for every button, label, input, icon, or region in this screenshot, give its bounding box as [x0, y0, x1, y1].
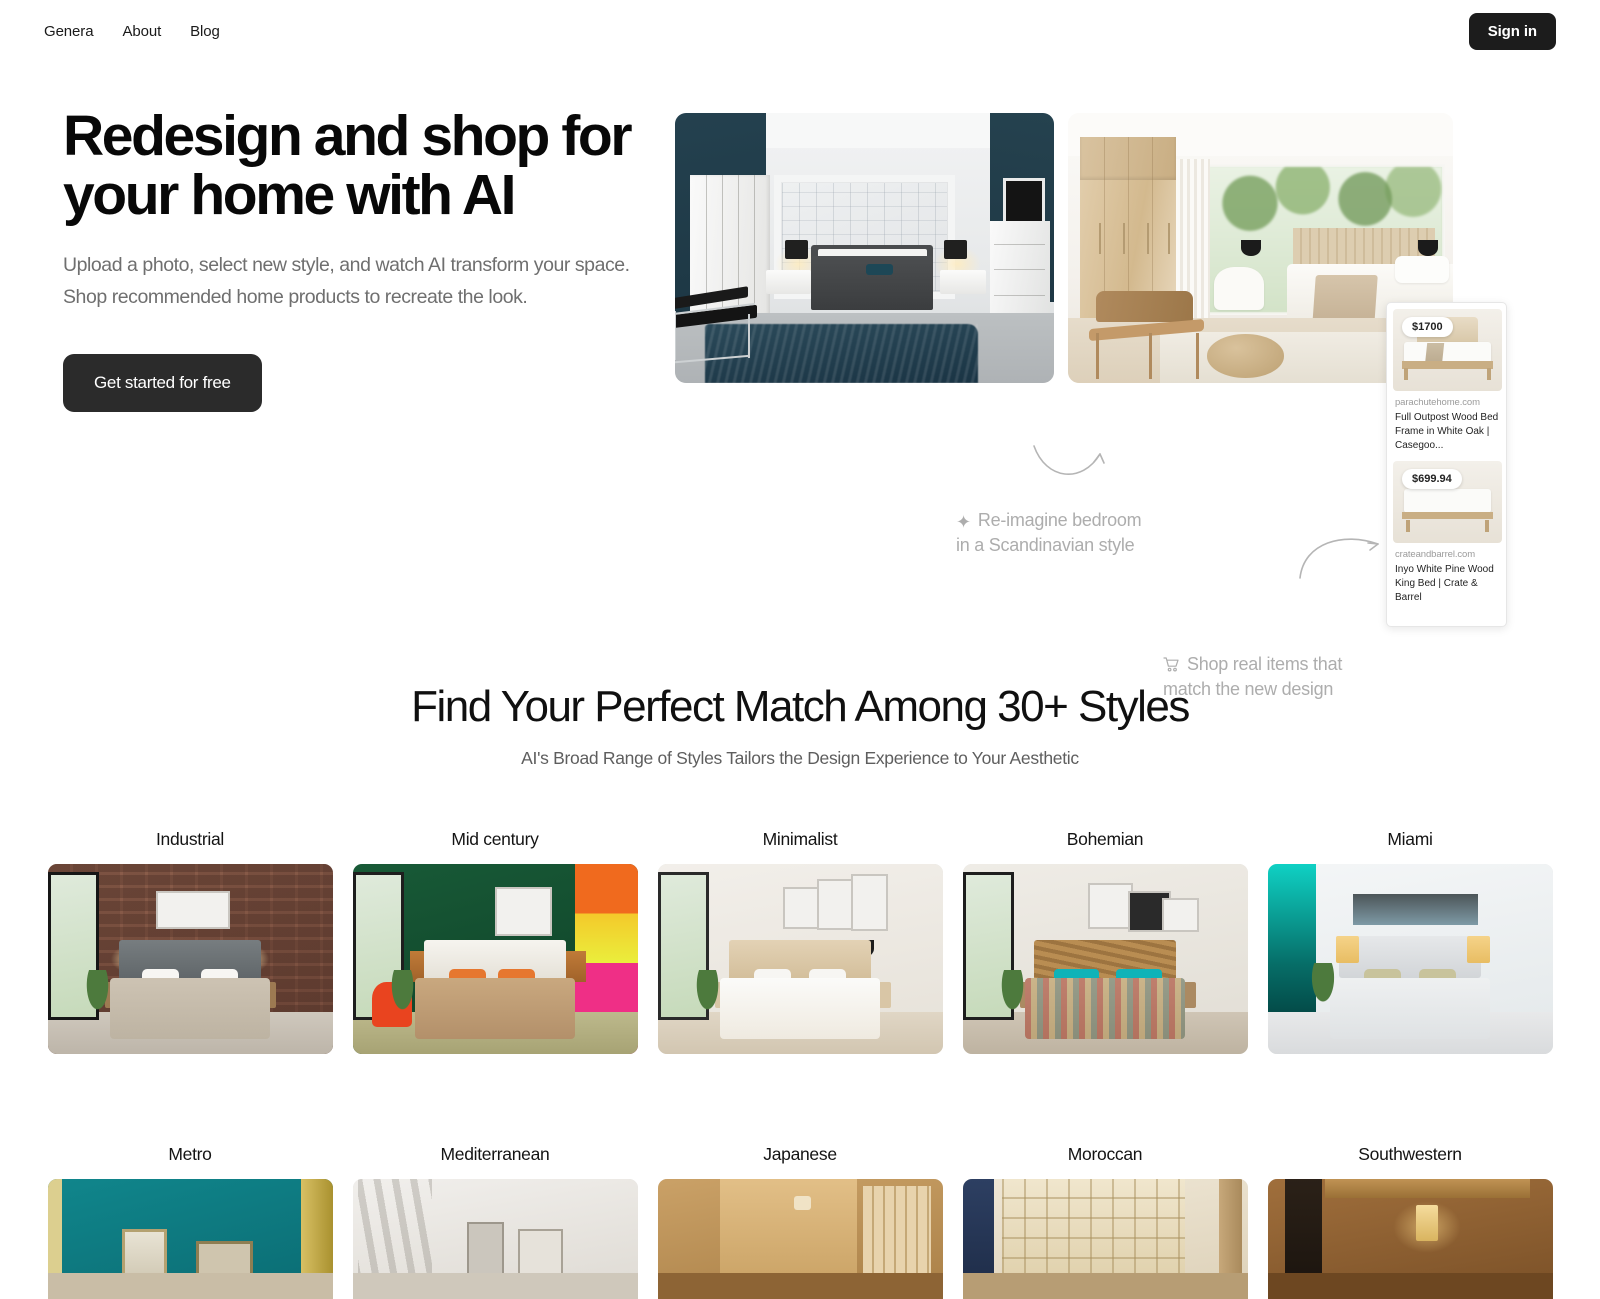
style-label: Industrial	[155, 829, 224, 849]
style-thumbnail[interactable]	[1267, 1179, 1553, 1299]
product-title: Inyo White Pine Wood King Bed | Crate & …	[1395, 564, 1494, 604]
style-thumbnail[interactable]	[352, 864, 638, 1054]
product-image: $699.94	[1393, 461, 1502, 543]
style-thumbnail[interactable]	[962, 1179, 1248, 1299]
style-thumbnail[interactable]	[657, 864, 943, 1054]
styles-section: Find Your Perfect Match Among 30+ Styles…	[0, 617, 1600, 1299]
top-navigation-bar: Genera About Blog Sign in	[0, 0, 1600, 62]
style-label: Bohemian	[1066, 829, 1144, 849]
style-card-metro[interactable]: Metro	[47, 1114, 333, 1299]
curved-arrow-to-after-image	[1033, 445, 1105, 476]
curved-arrow-to-products	[1299, 538, 1379, 579]
hero-title-line-1: Redesign and shop for	[63, 104, 633, 168]
style-card-miami[interactable]: Miami	[1267, 829, 1553, 1054]
product-image: $1700	[1393, 309, 1502, 391]
style-card-mediterranean[interactable]: Mediterranean	[352, 1114, 638, 1299]
nav-link-blog[interactable]: Blog	[190, 23, 220, 40]
style-label: Miami	[1387, 829, 1433, 849]
callout-reimagine-text: Re-imagine bedroom in a Scandinavian sty…	[956, 510, 1142, 556]
nav-links: Genera About Blog	[44, 23, 220, 40]
product-card[interactable]: $699.94 crateandbarrel.com Inyo White Pi…	[1387, 455, 1506, 606]
style-label: Minimalist	[762, 829, 838, 849]
get-started-button[interactable]: Get started for free	[63, 353, 262, 412]
style-label: Metro	[168, 1144, 212, 1164]
hero-title-line-2: your home with AI	[63, 162, 517, 227]
style-card-minimalist[interactable]: Minimalist	[657, 829, 943, 1054]
hero-subtitle: Upload a photo, select new style, and wa…	[63, 254, 630, 308]
product-card[interactable]: $1700 parachutehome.com Full Outpost Woo…	[1387, 303, 1506, 454]
callout-reimagine: ✦ Re-imagine bedroom in a Scandinavian st…	[956, 486, 1142, 557]
style-card-japanese[interactable]: Japanese	[657, 1114, 943, 1299]
style-card-bohemian[interactable]: Bohemian	[962, 829, 1248, 1054]
style-thumbnail[interactable]	[47, 1179, 333, 1299]
sign-in-button[interactable]: Sign in	[1468, 13, 1556, 50]
style-card-mid-century[interactable]: Mid century	[352, 829, 638, 1054]
style-thumbnail[interactable]	[962, 864, 1248, 1054]
style-thumbnail[interactable]	[47, 864, 333, 1054]
page-title: Redesign and shop for your home with AI	[63, 107, 663, 224]
product-domain: crateandbarrel.com	[1395, 549, 1476, 560]
product-title: Full Outpost Wood Bed Frame in White Oak…	[1395, 412, 1499, 452]
style-thumbnail[interactable]	[1267, 864, 1553, 1054]
nav-link-about[interactable]: About	[122, 23, 161, 40]
style-label: Moroccan	[1067, 1144, 1143, 1164]
styles-section-subtitle: AI's Broad Range of Styles Tailors the D…	[521, 748, 1079, 768]
product-price-badge: $1700	[1402, 317, 1453, 337]
style-label: Mediterranean	[440, 1144, 550, 1164]
product-domain: parachutehome.com	[1395, 397, 1480, 408]
style-thumbnail[interactable]	[657, 1179, 943, 1299]
product-recommendations-panel[interactable]: $1700 parachutehome.com Full Outpost Woo…	[1386, 302, 1507, 627]
style-card-moroccan[interactable]: Moroccan	[962, 1114, 1248, 1299]
style-label: Japanese	[763, 1144, 837, 1164]
sparkle-icon: ✦	[956, 512, 971, 533]
style-label: Mid century	[451, 829, 539, 849]
product-price-badge: $699.94	[1402, 469, 1462, 489]
hero-section: Redesign and shop for your home with AI …	[0, 62, 1600, 699]
style-thumbnail[interactable]	[352, 1179, 638, 1299]
room-render-before	[675, 113, 1054, 383]
hero-copy-block: Redesign and shop for your home with AI …	[63, 107, 663, 412]
styles-grid-row-1: Industrial Mid century Minimalist Bohemi…	[47, 829, 1553, 1054]
nav-link-genera[interactable]: Genera	[44, 23, 94, 40]
styles-section-title: Find Your Perfect Match Among 30+ Styles	[411, 682, 1190, 731]
style-card-industrial[interactable]: Industrial	[47, 829, 333, 1054]
hero-image-before[interactable]	[675, 113, 1054, 383]
style-label: Southwestern	[1358, 1144, 1462, 1164]
styles-grid-row-2: Metro Mediterranean Japanese Moroccan So…	[47, 1114, 1553, 1299]
style-card-southwestern[interactable]: Southwestern	[1267, 1114, 1553, 1299]
